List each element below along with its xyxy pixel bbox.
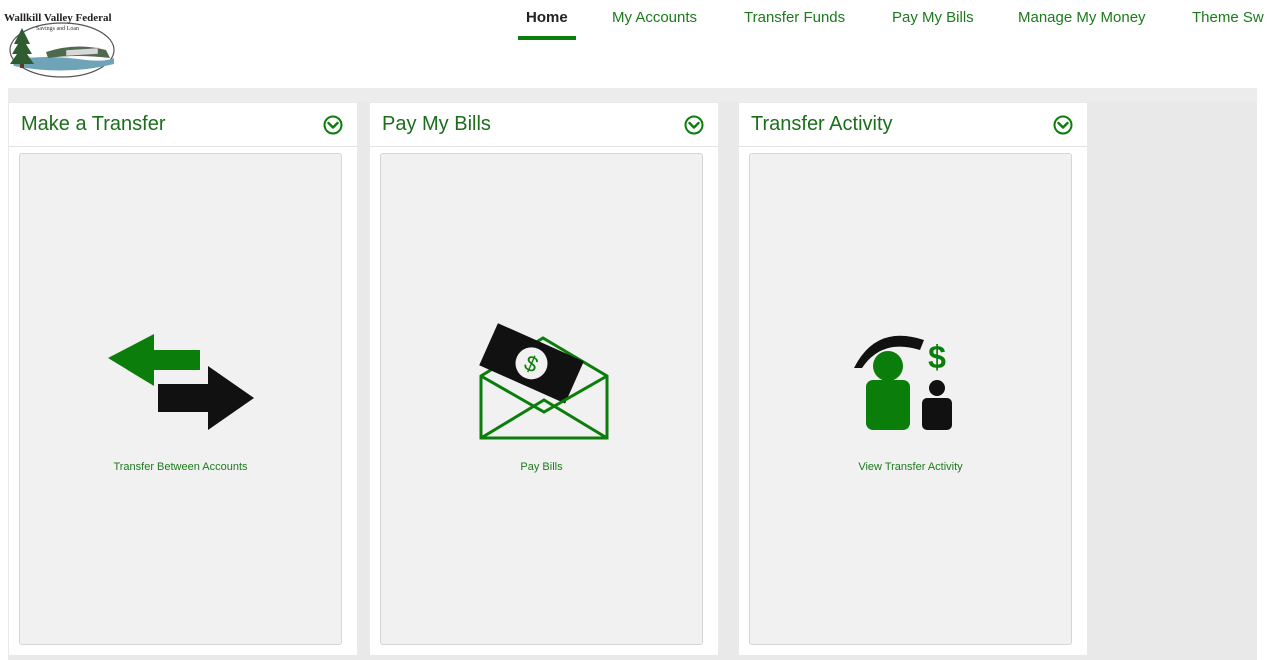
nav-home[interactable]: Home [526,9,568,26]
bank-name: Wallkill Valley Federal [4,12,112,24]
pay-bills-tile[interactable]: $ Pay Bills [380,153,703,645]
card-title: Transfer Activity [751,113,893,135]
transfer-between-accounts-tile[interactable]: Transfer Between Accounts [19,153,342,645]
top-header: Wallkill Valley Federal Savings and Loan… [0,0,1268,88]
transfer-between-accounts-link[interactable]: Transfer Between Accounts [20,461,341,473]
svg-text:$: $ [928,339,946,375]
chevron-down-circle-icon[interactable] [323,115,343,135]
nav-my-accounts[interactable]: My Accounts [612,9,697,26]
envelope-dollar-icon: $ [479,323,609,440]
pay-bills-link[interactable]: Pay Bills [381,461,702,473]
card-title: Pay My Bills [382,113,491,135]
card-header: Make a Transfer [9,103,357,147]
card-transfer-activity: Transfer Activity $ View Transfer Activi… [739,103,1087,655]
chevron-down-circle-icon[interactable] [1053,115,1073,135]
transfer-arrows-icon [108,334,254,430]
view-transfer-activity-tile[interactable]: $ View Transfer Activity [749,153,1072,645]
view-transfer-activity-link[interactable]: View Transfer Activity [750,461,1071,473]
card-header: Pay My Bills [370,103,718,147]
chevron-down-circle-icon[interactable] [684,115,704,135]
people-dollar-icon: $ [854,335,952,430]
bank-subtitle: Savings and Loan [36,26,79,32]
card-header: Transfer Activity [739,103,1087,147]
online-banking-app: Wallkill Valley Federal Savings and Loan… [0,0,1268,660]
nav-pay-my-bills[interactable]: Pay My Bills [892,9,974,26]
main-nav: Home My Accounts Transfer Funds Pay My B… [500,0,1268,44]
card-pay-my-bills: Pay My Bills $ Pay Bills [370,103,718,655]
nav-manage-my-money[interactable]: Manage My Money [1018,9,1146,26]
card-make-a-transfer: Make a Transfer Transfer Between Account… [9,103,357,655]
card-title: Make a Transfer [21,113,166,135]
nav-active-indicator [518,36,576,40]
nav-theme-switcher[interactable]: Theme Sw [1192,9,1264,26]
nav-transfer-funds[interactable]: Transfer Funds [744,9,845,26]
dashboard-top-strip [8,88,1257,102]
bank-logo[interactable]: Wallkill Valley Federal Savings and Loan [0,6,130,78]
